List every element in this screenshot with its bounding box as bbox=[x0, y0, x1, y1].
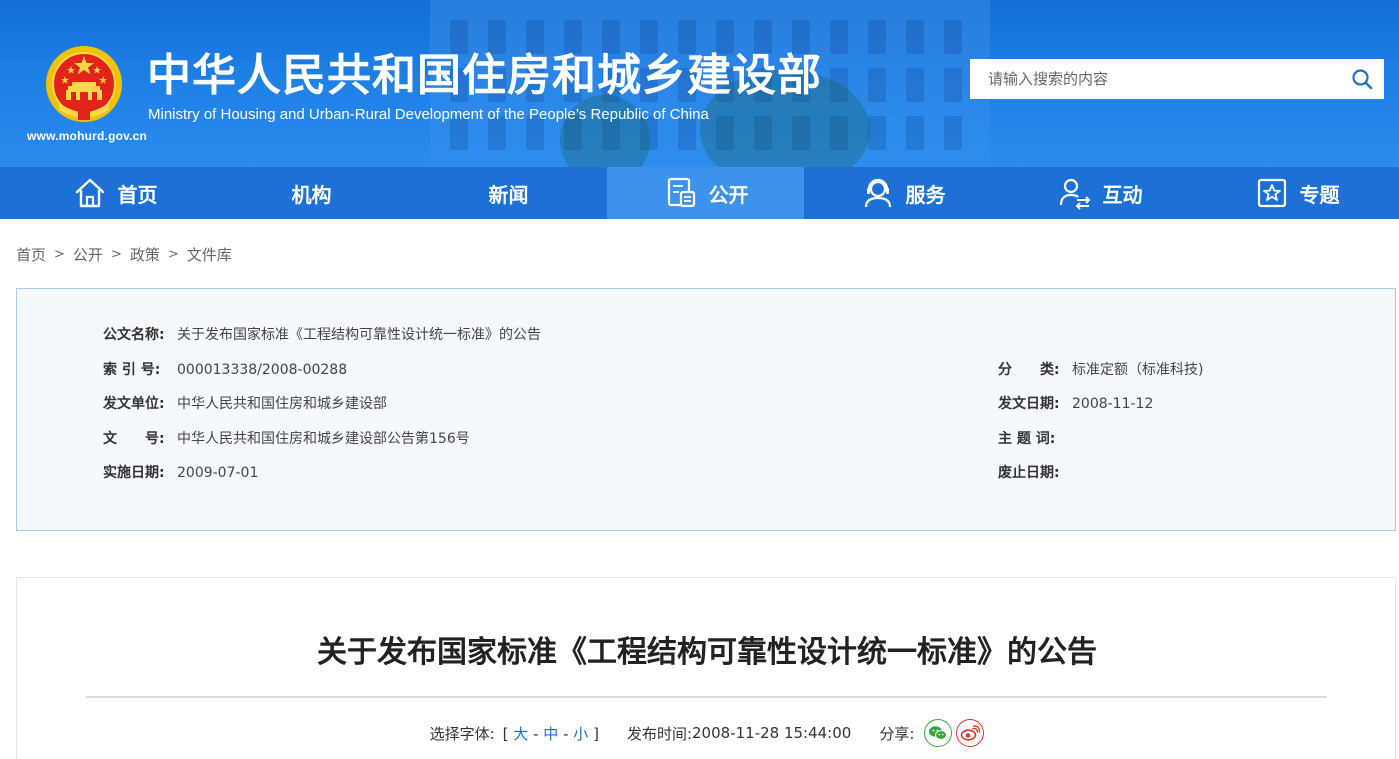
search-button[interactable] bbox=[1340, 59, 1384, 99]
article-divider bbox=[86, 696, 1327, 698]
font-small-link[interactable]: 小 bbox=[573, 725, 588, 743]
search-input[interactable] bbox=[970, 60, 1340, 98]
font-medium-link[interactable]: 中 bbox=[543, 725, 558, 743]
meta-label: 分 类: bbox=[998, 362, 1060, 378]
font-select-label: 选择字体: bbox=[429, 724, 495, 743]
search-box bbox=[970, 59, 1384, 99]
meta-label: 发文单位: bbox=[103, 396, 165, 412]
header-building-window bbox=[944, 68, 962, 102]
font-large-link[interactable]: 大 bbox=[513, 725, 528, 743]
font-dash: - bbox=[533, 724, 539, 743]
header-building-window bbox=[830, 20, 848, 54]
meta-value-issuer: 中华人民共和国住房和城乡建设部 bbox=[177, 396, 387, 412]
article: 关于发布国家标准《工程结构可靠性设计统一标准》的公告 选择字体: [ 大 - 中… bbox=[16, 577, 1396, 759]
search-icon bbox=[1352, 69, 1373, 90]
meta-row-subject: 主 题 词: bbox=[998, 429, 1072, 449]
nav-label: 新闻 bbox=[488, 182, 529, 207]
breadcrumb-policy[interactable]: 政策 bbox=[130, 244, 160, 265]
meta-row-effective: 实施日期: 2009-07-01 bbox=[103, 463, 258, 483]
nav-label: 首页 bbox=[117, 182, 158, 207]
site-url: www.mohurd.gov.cn bbox=[27, 129, 148, 143]
header-building-window bbox=[906, 68, 924, 102]
nav-item-topics[interactable]: 专题 bbox=[1198, 167, 1395, 219]
meta-row-index: 索 引 号: 000013338/2008-00288 bbox=[103, 360, 347, 380]
font-bracket-open: [ bbox=[502, 724, 509, 743]
meta-value-index: 000013338/2008-00288 bbox=[177, 362, 348, 378]
nav-item-interaction[interactable]: 互动 bbox=[1001, 167, 1198, 219]
meta-value-issue-date: 2008-11-12 bbox=[1072, 396, 1154, 412]
main-nav: 首页 机构 新闻 公开 服务 互动 专题 bbox=[0, 167, 1399, 219]
breadcrumb-separator: > bbox=[54, 247, 65, 262]
meta-value-effective: 2009-07-01 bbox=[177, 465, 259, 481]
header-building-window bbox=[868, 68, 886, 102]
header-building-window bbox=[906, 116, 924, 150]
wechat-icon[interactable] bbox=[924, 719, 953, 747]
meta-value-name: 关于发布国家标准《工程结构可靠性设计统一标准》的公告 bbox=[177, 327, 541, 343]
header-building-window bbox=[868, 116, 886, 150]
site-title[interactable]: 中华人民共和国住房和城乡建设部 bbox=[147, 48, 822, 104]
header-building-window bbox=[944, 20, 962, 54]
meta-row-category: 分 类: 标准定额（标准科技) bbox=[998, 360, 1203, 380]
nav-label: 机构 bbox=[291, 182, 332, 207]
publish-time-label: 发布时间: bbox=[626, 724, 693, 743]
meta-label: 主 题 词: bbox=[998, 431, 1056, 447]
nav-item-service[interactable]: 服务 bbox=[804, 167, 1001, 219]
nav-label: 互动 bbox=[1102, 182, 1143, 207]
nav-item-home[interactable]: 首页 bbox=[16, 167, 213, 219]
breadcrumb-file-library[interactable]: 文件库 bbox=[187, 244, 232, 265]
meta-row-issue-date: 发文日期: 2008-11-12 bbox=[998, 394, 1153, 414]
meta-label: 实施日期: bbox=[103, 465, 165, 481]
nav-label: 公开 bbox=[708, 182, 749, 207]
meta-label: 公文名称: bbox=[103, 327, 165, 343]
weibo-icon[interactable] bbox=[956, 719, 985, 747]
font-dash: - bbox=[563, 724, 569, 743]
breadcrumb-public[interactable]: 公开 bbox=[73, 244, 103, 265]
header-building-window bbox=[906, 20, 924, 54]
document-icon bbox=[667, 177, 695, 208]
service-icon bbox=[864, 178, 891, 208]
breadcrumb-separator: > bbox=[167, 247, 179, 262]
meta-label: 废止日期: bbox=[998, 465, 1060, 481]
article-title: 关于发布国家标准《工程结构可靠性设计统一标准》的公告 bbox=[317, 635, 1097, 670]
nav-item-news[interactable]: 新闻 bbox=[410, 167, 607, 219]
meta-row-name: 公文名称: 关于发布国家标准《工程结构可靠性设计统一标准》的公告 bbox=[103, 325, 541, 345]
meta-row-abolish: 废止日期: bbox=[998, 463, 1072, 483]
document-meta-box: 公文名称: 关于发布国家标准《工程结构可靠性设计统一标准》的公告 索 引 号: 00… bbox=[16, 288, 1396, 531]
meta-label: 索 引 号: bbox=[103, 362, 161, 378]
star-icon bbox=[1257, 178, 1286, 208]
meta-row-docno: 文 号: 中华人民共和国住房和城乡建设部公告第156号 bbox=[103, 429, 470, 449]
header-building-window bbox=[944, 116, 962, 150]
font-size-selector: [ 大 - 中 - 小 ] bbox=[503, 723, 599, 744]
breadcrumb: 首页 > 公开 > 政策 > 文件库 bbox=[16, 244, 232, 265]
nav-item-public[interactable]: 公开 bbox=[607, 167, 804, 219]
meta-row-issuer: 发文单位: 中华人民共和国住房和城乡建设部 bbox=[103, 394, 387, 414]
meta-label: 文 号: bbox=[103, 431, 165, 447]
national-emblem-icon[interactable] bbox=[44, 44, 124, 124]
meta-value-category: 标准定额（标准科技) bbox=[1072, 362, 1204, 378]
interaction-icon bbox=[1059, 178, 1090, 210]
nav-label: 专题 bbox=[1299, 182, 1340, 207]
publish-time-value: 2008-11-28 15:44:00 bbox=[692, 724, 852, 742]
meta-value-docno: 中华人民共和国住房和城乡建设部公告第156号 bbox=[177, 431, 470, 447]
meta-label: 发文日期: bbox=[998, 396, 1060, 412]
share-label: 分享: bbox=[879, 724, 915, 743]
header-building-window bbox=[868, 20, 886, 54]
site-header: www.mohurd.gov.cn 中华人民共和国住房和城乡建设部 Minist… bbox=[0, 0, 1399, 167]
font-bracket-close: ] bbox=[593, 724, 599, 743]
breadcrumb-separator: > bbox=[110, 247, 122, 262]
site-subtitle: Ministry of Housing and Urban-Rural Deve… bbox=[148, 106, 709, 123]
breadcrumb-home[interactable]: 首页 bbox=[16, 244, 46, 265]
nav-label: 服务 bbox=[905, 182, 946, 207]
article-meta: 选择字体: [ 大 - 中 - 小 ] 发布时间: 2008-11-28 15:… bbox=[17, 719, 1397, 747]
nav-item-organization[interactable]: 机构 bbox=[213, 167, 410, 219]
home-icon bbox=[75, 178, 104, 208]
